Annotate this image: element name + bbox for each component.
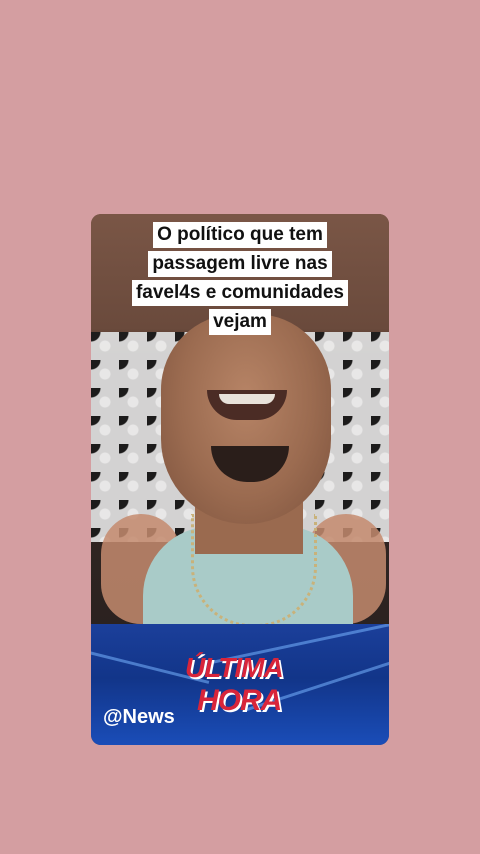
video-caption: O político que tem passagem livre nas fa… xyxy=(123,220,357,336)
caption-text: O político que tem passagem livre nas fa… xyxy=(131,222,349,335)
ultima-hora-logo: ÚLTIMA HORA xyxy=(185,652,305,722)
news-banner: ÚLTIMA HORA @News xyxy=(91,624,389,745)
news-handle: @News xyxy=(103,706,175,728)
video-card[interactable]: O político que tem passagem livre nas fa… xyxy=(91,214,389,745)
logo-word-hora: HORA xyxy=(197,684,282,717)
chain-necklace xyxy=(191,514,317,627)
logo-word-ultima: ÚLTIMA xyxy=(185,652,284,683)
teeth xyxy=(219,394,275,404)
video-frame[interactable]: O político que tem passagem livre nas fa… xyxy=(91,214,389,636)
